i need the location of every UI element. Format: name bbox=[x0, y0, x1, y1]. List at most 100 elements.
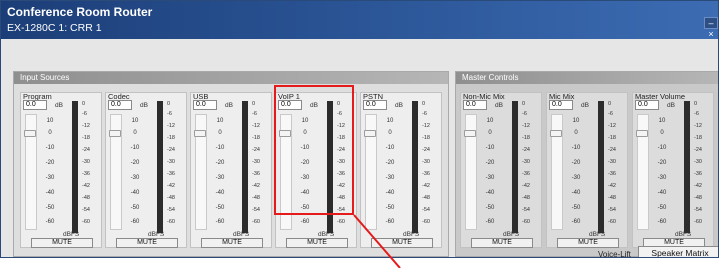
fader-scale-label: -30 bbox=[485, 175, 495, 181]
mute-button[interactable]: MUTE bbox=[371, 238, 433, 248]
gain-level-input[interactable]: 0.0 bbox=[635, 100, 659, 110]
gain-level-input[interactable]: 0.0 bbox=[108, 100, 132, 110]
mute-button[interactable]: MUTE bbox=[201, 238, 263, 248]
fader-handle[interactable] bbox=[364, 130, 376, 137]
fader-scale-label: -20 bbox=[385, 160, 395, 166]
fader-handle[interactable] bbox=[464, 130, 476, 137]
mute-button[interactable]: MUTE bbox=[31, 238, 93, 248]
mute-button[interactable]: MUTE bbox=[471, 238, 533, 248]
meter-scale-label: -48 bbox=[522, 195, 530, 201]
gain-unit-label: dB bbox=[581, 102, 589, 109]
meter-scale-label: -30 bbox=[167, 159, 175, 165]
fader-scale-label: 0 bbox=[574, 130, 578, 136]
meter-scale-label: -42 bbox=[167, 183, 175, 189]
gain-level-input[interactable]: 0.0 bbox=[363, 100, 387, 110]
fader-scale-label: -40 bbox=[130, 190, 140, 196]
meter-scale-label: -48 bbox=[167, 195, 175, 201]
gain-level-input[interactable]: 0.0 bbox=[549, 100, 573, 110]
level-meter bbox=[684, 101, 690, 233]
gain-unit-label: dB bbox=[667, 102, 675, 109]
voice-lift-label: Voice-Lift bbox=[598, 250, 631, 258]
fader-scale-label: -60 bbox=[45, 219, 55, 225]
meter-scale-label: -60 bbox=[608, 219, 616, 225]
mute-button[interactable]: MUTE bbox=[116, 238, 178, 248]
fader-scale-label: -20 bbox=[571, 160, 581, 166]
meter-scale-label: -36 bbox=[522, 171, 530, 177]
meter-scale-label: -6 bbox=[167, 111, 172, 117]
meter-scale-label: -42 bbox=[82, 183, 90, 189]
meter-scale-label: -18 bbox=[252, 135, 260, 141]
master_controls-strip: Non-Mic Mix 0.0 dB 10 0 -10 -20 -30 -40 -50 -60 0 -6… bbox=[460, 92, 542, 248]
fader-scale-label: -10 bbox=[45, 145, 55, 151]
meter-unit-label: dBFS bbox=[63, 231, 80, 238]
meter-scale-label: -48 bbox=[608, 195, 616, 201]
speaker-matrix-button[interactable]: Speaker Matrix bbox=[638, 246, 718, 257]
meter-scale-label: -42 bbox=[252, 183, 260, 189]
fader-scale-label: -60 bbox=[130, 219, 140, 225]
fader-scale-label: -10 bbox=[485, 145, 495, 151]
gain-level-input[interactable]: 0.0 bbox=[193, 100, 217, 110]
fader-handle[interactable] bbox=[194, 130, 206, 137]
meter-scale-label: -18 bbox=[522, 135, 530, 141]
meter-scale-label: -54 bbox=[608, 207, 616, 213]
meter-scale-label: -60 bbox=[337, 219, 345, 225]
meter-scale-label: -60 bbox=[82, 219, 90, 225]
fader-scale-label: 0 bbox=[488, 130, 492, 136]
meter-scale-label: -18 bbox=[608, 135, 616, 141]
gain-unit-label: dB bbox=[495, 102, 503, 109]
fader-handle[interactable] bbox=[24, 130, 36, 137]
gain-unit-label: dB bbox=[55, 102, 63, 109]
level-meter bbox=[157, 101, 163, 233]
fader-scale-label: -20 bbox=[215, 160, 225, 166]
meter-scale-label: 0 bbox=[252, 101, 256, 107]
meter-scale-label: -12 bbox=[82, 123, 90, 129]
fader-handle[interactable] bbox=[636, 130, 648, 137]
fader-scale-label: -50 bbox=[571, 205, 581, 211]
gain-level-input[interactable]: 0.0 bbox=[23, 100, 47, 110]
fader-scale-label: -10 bbox=[385, 145, 395, 151]
fader-scale-label: -50 bbox=[45, 205, 55, 211]
meter-scale-label: -12 bbox=[522, 123, 530, 129]
fader-scale-label: -60 bbox=[571, 219, 581, 225]
meter-scale-label: -60 bbox=[522, 219, 530, 225]
fader-handle[interactable] bbox=[550, 130, 562, 137]
gain-level-input[interactable]: 0.0 bbox=[463, 100, 487, 110]
input_sources-strip: USB 0.0 dB 10 0 -10 -20 -30 -40 -50 -60 0 -6 -12 -18 -2… bbox=[190, 92, 272, 248]
meter-unit-label: dBFS bbox=[675, 231, 692, 238]
meter-scale-label: -42 bbox=[694, 183, 702, 189]
fader-scale-label: -50 bbox=[485, 205, 495, 211]
gain-unit-label: dB bbox=[395, 102, 403, 109]
meter-scale-label: -36 bbox=[252, 171, 260, 177]
fader-handle[interactable] bbox=[109, 130, 121, 137]
meter-unit-label: dBFS bbox=[148, 231, 165, 238]
meter-scale-label: -24 bbox=[82, 147, 90, 153]
fader-scale-label: -50 bbox=[385, 205, 395, 211]
meter-scale-label: 0 bbox=[694, 101, 698, 107]
meter-scale-label: -42 bbox=[422, 183, 430, 189]
meter-scale-label: -60 bbox=[422, 219, 430, 225]
fader-scale-label: -60 bbox=[485, 219, 495, 225]
meter-scale-label: -18 bbox=[422, 135, 430, 141]
meter-scale-label: -48 bbox=[252, 195, 260, 201]
meter-scale-label: -12 bbox=[694, 123, 702, 129]
meter-scale-label: -6 bbox=[608, 111, 613, 117]
master-controls-header: Master Controls bbox=[456, 72, 718, 84]
meter-scale-label: -30 bbox=[82, 159, 90, 165]
input-sources-group: Input Sources Program 0.0 dB 10 0 -10 -20 -30 -4… bbox=[13, 71, 449, 257]
fader-scale-label: 10 bbox=[486, 118, 494, 124]
mute-button[interactable]: MUTE bbox=[557, 238, 619, 248]
input_sources-strip: Program 0.0 dB 10 0 -10 -20 -30 -40 -50 -60 0 -6 -12-… bbox=[20, 92, 102, 248]
meter-scale-label: -18 bbox=[82, 135, 90, 141]
fader-scale-label: -10 bbox=[571, 145, 581, 151]
app-title: Conference Room Router bbox=[7, 5, 153, 19]
window-close-button[interactable]: – × bbox=[704, 17, 718, 39]
fader-scale-label: -60 bbox=[657, 219, 667, 225]
fader-scale-label: -50 bbox=[130, 205, 140, 211]
mute-button[interactable]: MUTE bbox=[286, 238, 348, 248]
fader-scale-label: 10 bbox=[216, 118, 224, 124]
level-meter bbox=[72, 101, 78, 233]
client-area: Input Sources Program 0.0 dB 10 0 -10 -20 -30 -4… bbox=[1, 39, 718, 258]
meter-scale-label: -12 bbox=[422, 123, 430, 129]
meter-unit-label: dBFS bbox=[233, 231, 250, 238]
meter-scale-label: -54 bbox=[167, 207, 175, 213]
